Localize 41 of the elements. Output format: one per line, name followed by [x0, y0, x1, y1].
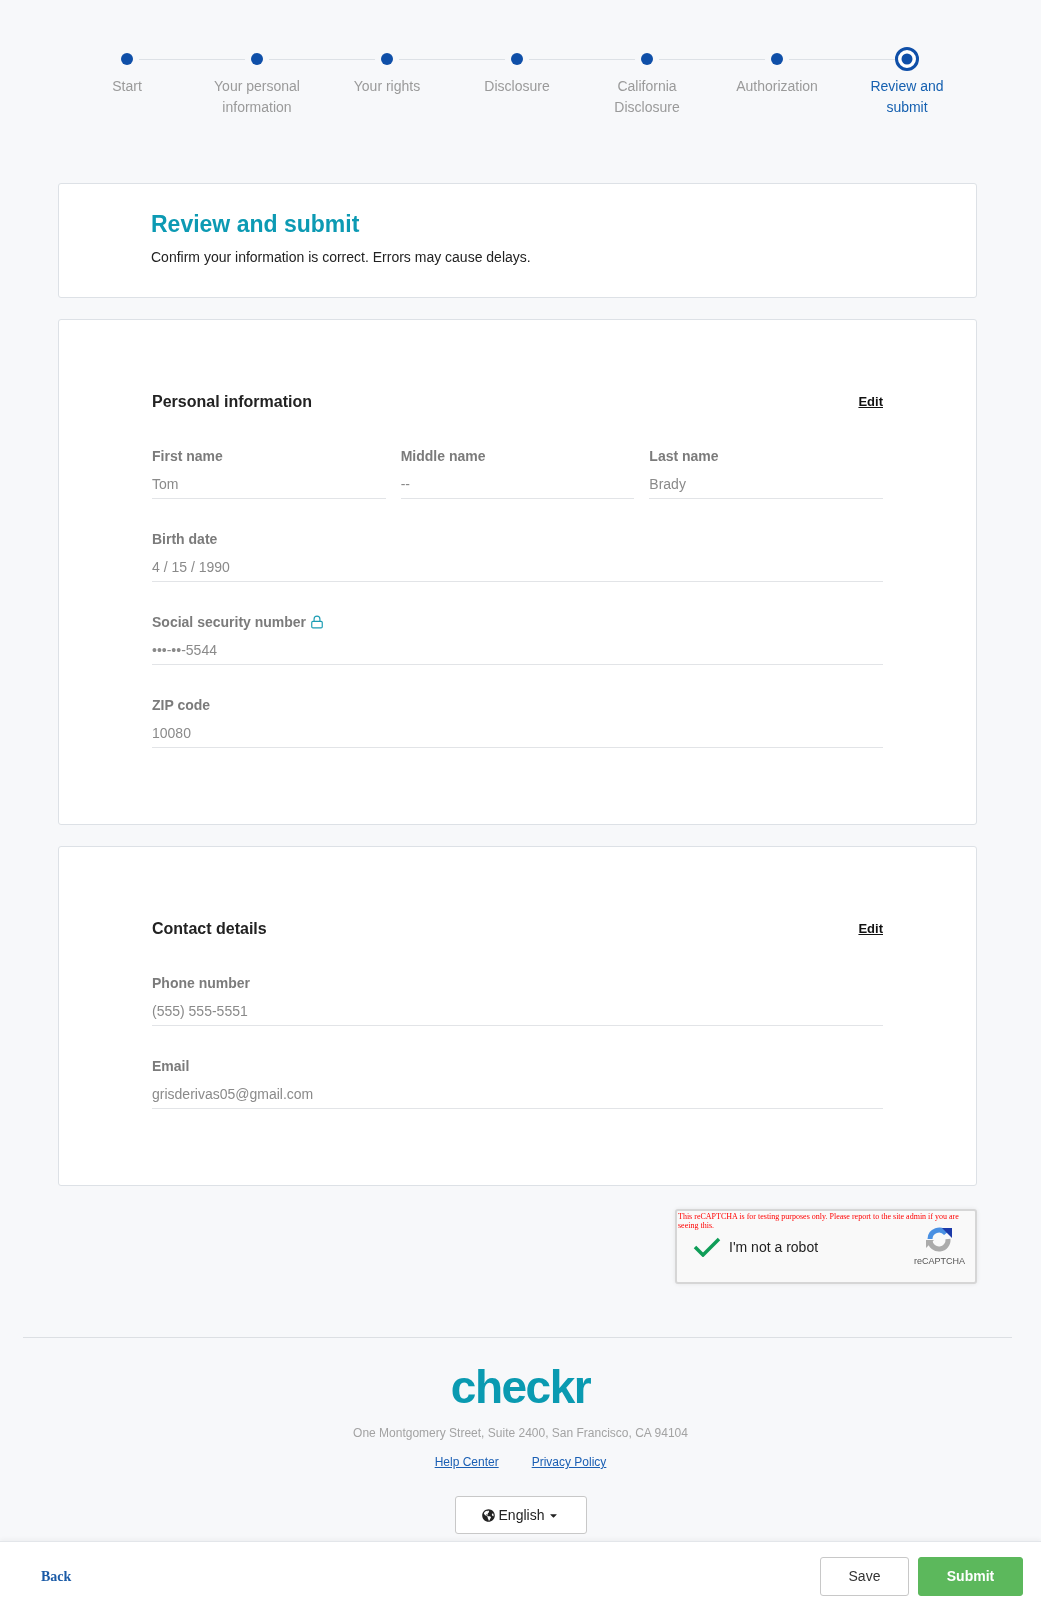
recaptcha-brand: reCAPTCHA: [914, 1256, 965, 1267]
field-value: 4 / 15 / 1990: [152, 557, 883, 582]
back-link[interactable]: Back: [41, 1566, 72, 1587]
section-title: Personal information: [152, 392, 313, 412]
field-value: (555) 555-5551: [152, 1001, 883, 1026]
step-label: Your personal information: [213, 77, 301, 117]
step-label: Authorization: [735, 77, 819, 96]
recaptcha-notice: This reCAPTCHA is for testing purposes only. Please report to the site admin if you are seeing this.: [677, 1211, 960, 1230]
field-value: Tom: [152, 474, 386, 499]
step-label: Disclosure: [483, 77, 551, 96]
checkbox-label: I'm not a robot: [729, 1238, 819, 1256]
field-label: Email: [152, 1057, 190, 1076]
save-button[interactable]: Save: [820, 1557, 909, 1596]
field-label: Phone number: [152, 974, 250, 993]
globe-icon: [481, 1508, 495, 1522]
footer-link[interactable]: Help Center: [434, 1453, 499, 1471]
field-label: Social security number: [152, 613, 307, 632]
field-value: 10080: [152, 723, 883, 748]
footer-link[interactable]: Privacy Policy: [531, 1453, 607, 1471]
step-label: Your rights: [352, 77, 422, 96]
step-label: Review and submit: [869, 77, 945, 117]
field-label: Birth date: [152, 530, 218, 549]
section-title: Contact details: [152, 919, 267, 939]
field-label: Last name: [649, 447, 719, 466]
step-label: California Disclosure: [613, 77, 681, 117]
footer-address: One Montgomery Street, Suite 2400, San Francisco, CA 94104: [353, 1425, 688, 1442]
field-label: ZIP code: [152, 696, 211, 715]
logo-wordmark: checkr: [450, 1364, 591, 1410]
field-label: First name: [152, 447, 223, 466]
page-title: Review and submit: [151, 210, 361, 238]
field-value: grisderivas05@gmail.com: [152, 1084, 883, 1109]
edit-link[interactable]: Edit: [858, 920, 883, 938]
edit-link[interactable]: Edit: [858, 393, 883, 411]
field-value: Brady: [649, 474, 883, 499]
language-dropdown[interactable]: English: [454, 1496, 587, 1534]
field-label: Middle name: [400, 447, 486, 466]
step-label: Start: [111, 77, 143, 96]
checkmark-icon[interactable]: [693, 1237, 721, 1257]
page-subtitle: Confirm your information is correct. Errors may cause delays.: [151, 248, 532, 267]
field-value: --: [400, 474, 635, 499]
field-value: •••-••-5544: [152, 640, 883, 665]
